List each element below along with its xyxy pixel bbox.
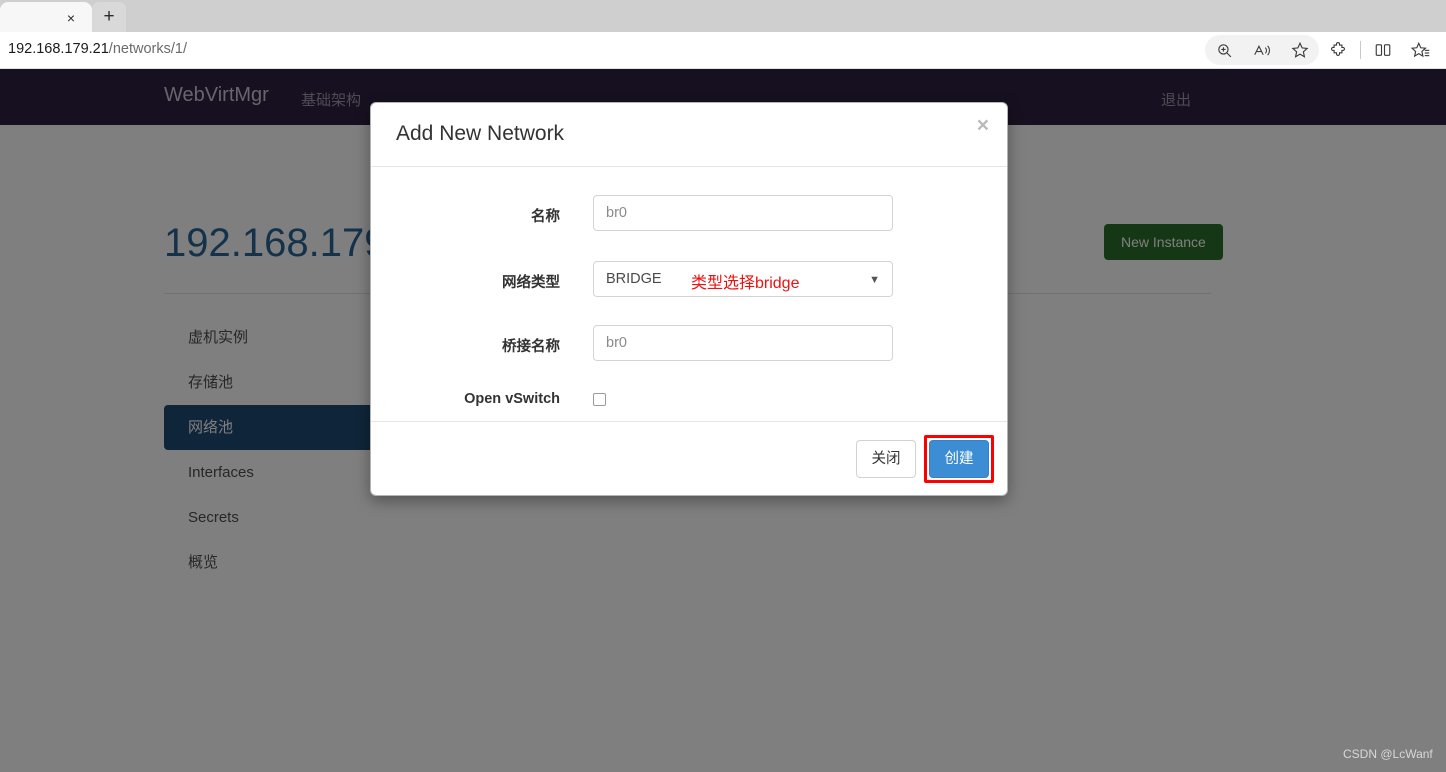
new-tab-button[interactable]: +: [92, 2, 126, 32]
web-page: WebVirtMgr 基础架构 退出 192.168.179 New Insta…: [0, 69, 1446, 772]
watermark: CSDN @LcWanf: [1343, 747, 1433, 761]
network-type-label: 网络类型: [502, 275, 560, 291]
network-type-annotation: 类型选择bridge: [691, 275, 800, 292]
modal-header: Add New Network ×: [371, 103, 1007, 167]
open-vswitch-checkbox[interactable]: [593, 393, 606, 406]
toolbar-actions: [1205, 35, 1440, 65]
extensions-puzzle-icon[interactable]: [1319, 35, 1357, 65]
zoom-icon[interactable]: [1205, 35, 1243, 65]
modal-footer: 关闭 创建: [371, 421, 1007, 495]
toolbar-pill-group: [1205, 35, 1319, 65]
toolbar-divider: [1360, 41, 1361, 59]
create-button[interactable]: 创建: [929, 440, 989, 478]
name-input[interactable]: br0: [593, 195, 893, 231]
modal-title: Add New Network: [396, 122, 565, 145]
split-screen-icon[interactable]: [1364, 35, 1402, 65]
tab-close-icon[interactable]: ×: [62, 9, 80, 27]
browser-tab[interactable]: ×: [0, 2, 92, 32]
close-button[interactable]: 关闭: [856, 440, 916, 478]
bridge-name-input[interactable]: br0: [593, 325, 893, 361]
address-host: 192.168.179.21: [8, 41, 109, 57]
favorite-star-icon[interactable]: [1281, 35, 1319, 65]
modal-body: 名称 br0 网络类型 BRIDGE ▼ 类型选择bridge 桥接名称 br0…: [371, 167, 1007, 421]
collections-icon[interactable]: [1402, 35, 1440, 65]
network-type-value: BRIDGE: [606, 271, 662, 287]
read-aloud-icon[interactable]: [1243, 35, 1281, 65]
browser-toolbar: 192.168.179.21/networks/1/: [0, 32, 1446, 69]
address-bar[interactable]: 192.168.179.21/networks/1/: [8, 41, 187, 57]
add-network-modal: Add New Network × 名称 br0 网络类型 BRIDGE ▼ 类…: [370, 102, 1008, 496]
bridge-name-label: 桥接名称: [502, 339, 560, 355]
name-label: 名称: [531, 209, 560, 225]
close-icon[interactable]: ×: [977, 115, 989, 136]
open-vswitch-label: Open vSwitch: [464, 391, 560, 407]
browser-tab-strip: × +: [0, 0, 1446, 32]
address-path: /networks/1/: [108, 41, 187, 57]
chevron-down-icon: ▼: [869, 274, 880, 286]
